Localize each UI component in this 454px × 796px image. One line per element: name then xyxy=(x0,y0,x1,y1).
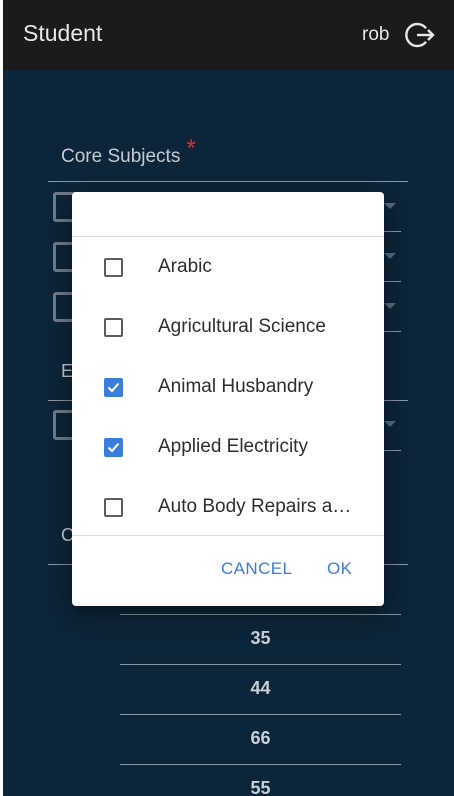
score-value: 44 xyxy=(250,678,271,698)
user-name: rob xyxy=(362,24,390,45)
option-label: Auto Body Repairs and Spray Painting xyxy=(158,496,358,517)
option-label: Animal Husbandry xyxy=(158,376,314,397)
chevron-down-icon[interactable] xyxy=(384,253,396,259)
score-value: 35 xyxy=(250,628,271,648)
option-applied-electricity[interactable]: Applied Electricity xyxy=(72,417,384,477)
score-value: 55 xyxy=(250,778,271,796)
checkbox[interactable] xyxy=(104,378,123,397)
chevron-down-icon[interactable] xyxy=(384,303,396,309)
score-value: 66 xyxy=(250,728,271,748)
app-bar: Student rob xyxy=(3,0,454,70)
ok-button[interactable]: OK xyxy=(327,559,352,579)
option-auto-body-repairs[interactable]: Auto Body Repairs and Spray Painting xyxy=(72,477,384,537)
chevron-down-icon[interactable] xyxy=(384,421,396,427)
app-title: Student xyxy=(23,20,103,46)
divider xyxy=(120,614,401,615)
option-label: Applied Electricity xyxy=(158,436,308,457)
divider xyxy=(120,664,401,665)
option-animal-husbandry[interactable]: Animal Husbandry xyxy=(72,357,384,417)
checkbox[interactable] xyxy=(104,498,123,517)
logout-icon[interactable] xyxy=(405,20,435,50)
divider xyxy=(120,714,401,715)
core-subjects-label-text: Core Subjects xyxy=(61,146,181,167)
core-subjects-label: Core Subjects * xyxy=(61,135,196,169)
option-label: Arabic xyxy=(158,256,212,277)
checkbox[interactable] xyxy=(104,258,123,277)
divider xyxy=(120,764,401,765)
check-icon xyxy=(107,442,120,453)
option-label: Agricultural Science xyxy=(158,316,326,337)
option-agricultural-science[interactable]: Agricultural Science xyxy=(72,297,384,357)
subject-select-dialog: Arabic Agricultural Science Animal Husba… xyxy=(72,192,384,606)
required-mark: * xyxy=(186,135,196,162)
checkbox[interactable] xyxy=(104,318,123,337)
option-arabic[interactable]: Arabic xyxy=(72,237,384,297)
divider xyxy=(48,181,408,182)
dialog-bottom-divider xyxy=(72,535,384,536)
cancel-button[interactable]: CANCEL xyxy=(221,559,292,579)
chevron-down-icon[interactable] xyxy=(384,203,396,209)
checkbox[interactable] xyxy=(104,438,123,457)
check-icon xyxy=(107,382,120,393)
